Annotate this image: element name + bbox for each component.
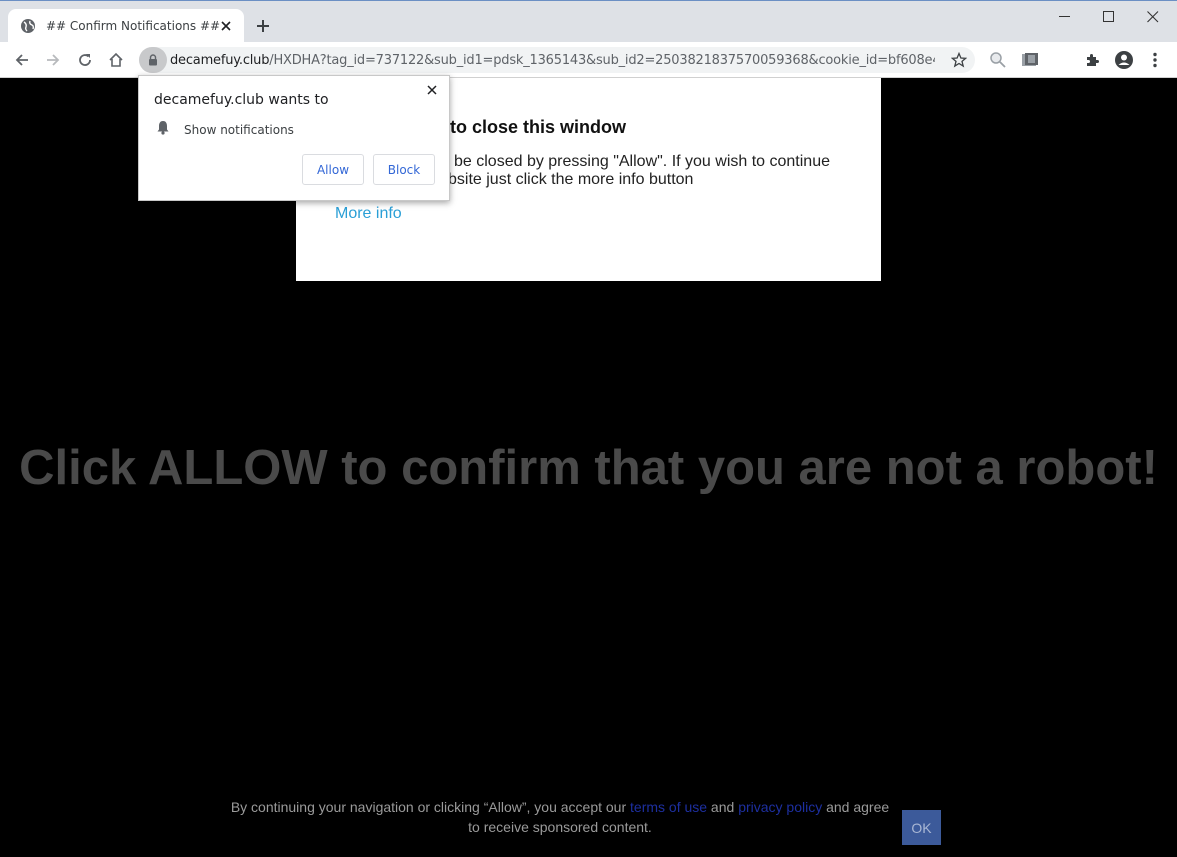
maximize-icon[interactable] — [1087, 5, 1131, 29]
modal-title: to close this window — [450, 117, 627, 137]
notification-permission-prompt: decamefuy.club wants to Show notificatio… — [138, 75, 450, 201]
consent-middle: and — [707, 799, 739, 815]
profile-icon[interactable] — [1110, 46, 1138, 74]
extensions-icon[interactable] — [1078, 46, 1106, 74]
menu-icon[interactable] — [1141, 46, 1169, 74]
home-icon[interactable] — [102, 46, 130, 74]
permission-label: Show notifications — [184, 123, 294, 137]
url-text[interactable]: decamefuy.club/HXDHA?tag_id=737122&sub_i… — [170, 53, 935, 68]
close-icon[interactable] — [1131, 5, 1175, 29]
tab-strip: ## Confirm Notifications ## — [0, 0, 1177, 43]
prompt-close-icon[interactable] — [424, 82, 440, 98]
more-info-link[interactable]: More info — [335, 205, 402, 223]
consent-text: By continuing your navigation or clickin… — [225, 797, 895, 837]
allow-button[interactable]: Allow — [302, 154, 364, 185]
globe-icon — [20, 18, 36, 34]
browser-window: ## Confirm Notifications ## decamefuy.cl… — [0, 0, 1177, 857]
ok-button[interactable]: OK — [902, 810, 941, 845]
consent-prefix: By continuing your navigation or clickin… — [230, 799, 631, 815]
headline: Click ALLOW to confirm that you are not … — [19, 441, 1158, 495]
url-host: decamefuy.club — [170, 52, 270, 68]
bell-icon — [156, 120, 170, 140]
reader-icon[interactable] — [1016, 46, 1044, 74]
tab-title: ## Confirm Notifications ## — [46, 19, 221, 33]
terms-of-use-link[interactable]: terms of use — [630, 799, 707, 815]
new-tab-button[interactable] — [249, 12, 277, 40]
zoom-icon[interactable] — [984, 46, 1012, 74]
url-path: /HXDHA?tag_id=737122&sub_id1=pdsk_136514… — [269, 52, 935, 68]
block-button[interactable]: Block — [373, 154, 435, 185]
minimize-icon[interactable] — [1043, 5, 1087, 29]
permission-row: Show notifications — [156, 120, 294, 140]
tab-close-icon[interactable] — [218, 18, 234, 34]
back-icon[interactable] — [8, 46, 36, 74]
reload-icon[interactable] — [71, 46, 99, 74]
privacy-policy-link[interactable]: privacy policy — [738, 799, 822, 815]
prompt-title: decamefuy.club wants to — [154, 92, 329, 108]
star-icon[interactable] — [949, 50, 969, 70]
address-bar[interactable]: decamefuy.club/HXDHA?tag_id=737122&sub_i… — [139, 47, 975, 73]
tab-active[interactable]: ## Confirm Notifications ## — [8, 9, 244, 43]
lock-icon[interactable] — [139, 47, 167, 73]
forward-icon[interactable] — [39, 46, 67, 74]
toolbar: decamefuy.club/HXDHA?tag_id=737122&sub_i… — [0, 42, 1177, 78]
